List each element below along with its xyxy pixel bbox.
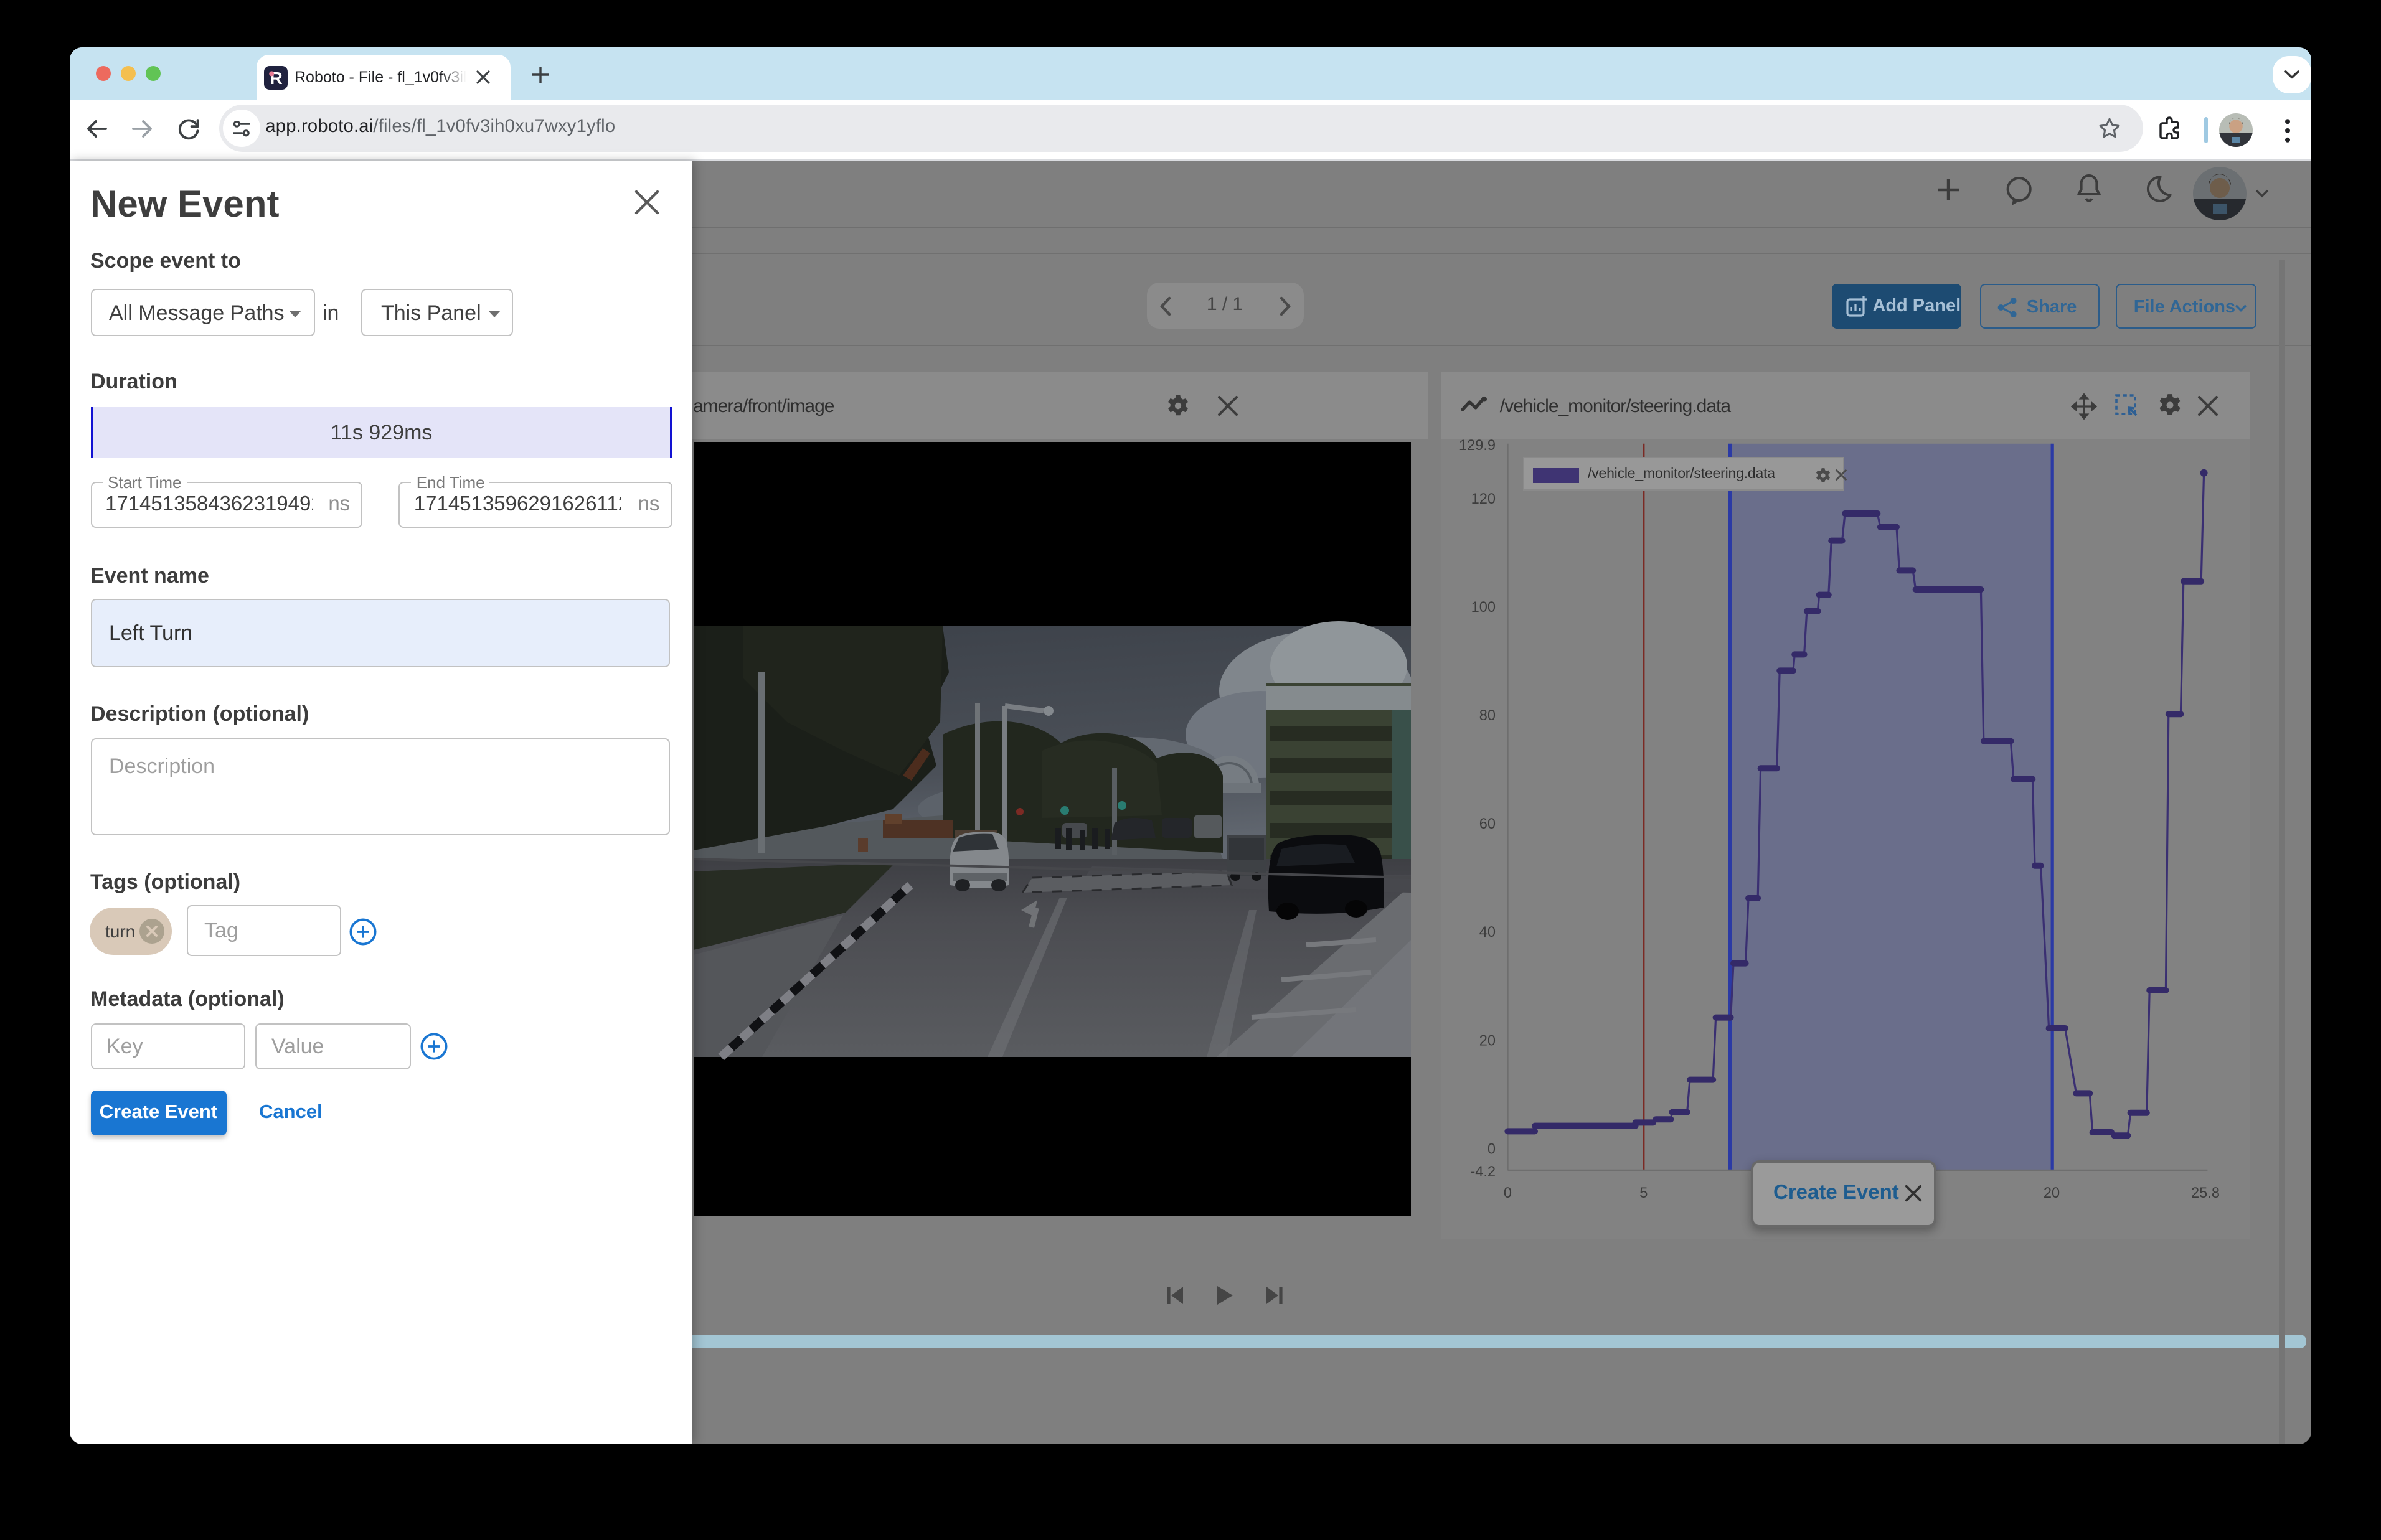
svg-text:129.9: 129.9 bbox=[1459, 438, 1496, 454]
svg-text:5: 5 bbox=[1639, 1185, 1648, 1201]
svg-text:0: 0 bbox=[1488, 1141, 1496, 1157]
svg-text:-4.2: -4.2 bbox=[1470, 1164, 1496, 1180]
svg-text:20: 20 bbox=[1479, 1033, 1496, 1049]
svg-text:0: 0 bbox=[1504, 1185, 1512, 1201]
svg-text:40: 40 bbox=[1479, 924, 1496, 941]
svg-text:60: 60 bbox=[1479, 816, 1496, 832]
svg-text:80: 80 bbox=[1479, 708, 1496, 724]
svg-text:100: 100 bbox=[1471, 599, 1496, 616]
svg-text:120: 120 bbox=[1471, 491, 1496, 507]
svg-text:20: 20 bbox=[2044, 1185, 2060, 1201]
svg-text:25.8: 25.8 bbox=[2191, 1185, 2220, 1201]
